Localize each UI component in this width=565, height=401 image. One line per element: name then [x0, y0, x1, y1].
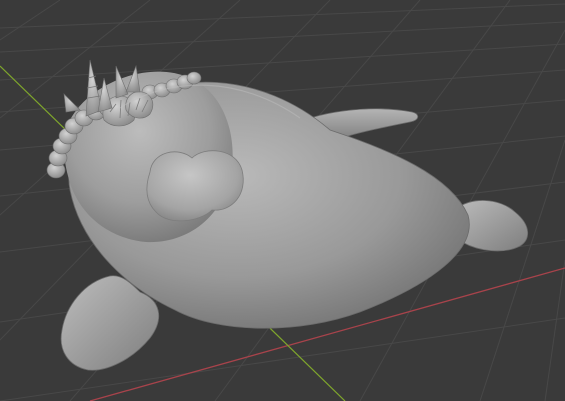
viewport-canvas[interactable]: [0, 0, 565, 401]
3d-viewport[interactable]: sculpted-seal-with-shell-crown: [0, 0, 565, 401]
seal-model[interactable]: [46, 59, 529, 371]
